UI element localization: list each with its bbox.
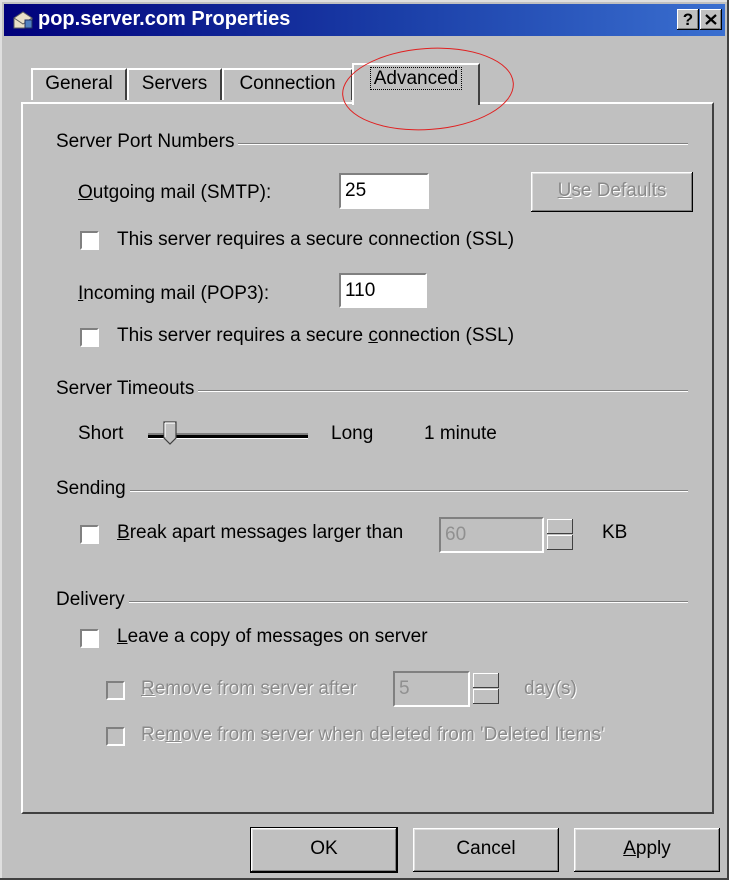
slider-long-label: Long [331, 423, 374, 444]
window-title: pop.server.com Properties [38, 8, 291, 30]
cancel-label: Cancel [456, 838, 516, 859]
spin-up-arrow-icon[interactable] [473, 673, 499, 688]
incoming-port-input[interactable]: 110 [339, 273, 427, 308]
title-bar[interactable]: pop.server.com Properties ? [4, 4, 725, 36]
cancel-button[interactable]: Cancel [413, 828, 559, 872]
close-icon [705, 14, 717, 25]
close-button[interactable] [700, 9, 722, 30]
use-defaults-button[interactable]: Use Defaults [531, 172, 693, 212]
tab-general[interactable]: General [31, 68, 127, 100]
remove-after-label: Remove from server after [141, 678, 357, 699]
ok-label: OK [310, 838, 338, 859]
days-unit: day(s) [524, 678, 577, 699]
break-size-input[interactable]: 60 [439, 517, 544, 553]
size-unit: KB [602, 522, 628, 543]
break-apart-label: Break apart messages larger than [117, 522, 404, 543]
help-button[interactable]: ? [677, 9, 699, 30]
group-divider [56, 490, 688, 492]
remove-days-stepper[interactable] [473, 673, 499, 705]
remove-deleted-label: Remove from server when deleted from 'De… [141, 724, 605, 745]
remove-after-checkbox[interactable] [106, 681, 125, 700]
incoming-label: Incoming mail (POP3): [78, 283, 270, 304]
ok-button[interactable]: OK [250, 827, 398, 873]
timeouts-heading: Server Timeouts [56, 378, 199, 400]
spin-down-arrow-icon[interactable] [473, 689, 499, 704]
outgoing-label: Outgoing mail (SMTP): [78, 182, 272, 203]
apply-button[interactable]: Apply [574, 828, 720, 872]
incoming-ssl-label: This server requires a secure connection… [117, 325, 515, 346]
outgoing-ssl-label: This server requires a secure connection… [117, 229, 515, 250]
slider-thumb[interactable] [162, 421, 177, 445]
tab-connection-label: Connection [239, 73, 336, 94]
tab-servers-label: Servers [141, 73, 208, 94]
slider-short-label: Short [78, 423, 124, 444]
break-size-stepper[interactable] [547, 519, 573, 551]
properties-dialog: pop.server.com Properties ? General Serv… [0, 0, 729, 880]
leave-copy-label: Leave a copy of messages on server [117, 626, 428, 647]
outgoing-port-input[interactable]: 25 [339, 173, 429, 209]
apply-label: Apply [623, 838, 671, 859]
sending-heading: Sending [56, 478, 130, 500]
remove-deleted-checkbox[interactable] [106, 727, 125, 746]
tab-connection[interactable]: Connection [222, 68, 353, 100]
group-divider [56, 601, 688, 603]
timeout-slider[interactable] [148, 421, 310, 447]
outgoing-ssl-checkbox[interactable] [80, 231, 99, 250]
server-ports-heading: Server Port Numbers [56, 131, 239, 153]
help-icon: ? [682, 10, 694, 29]
timeout-value: 1 minute [424, 423, 497, 444]
spin-up-arrow-icon[interactable] [547, 519, 573, 534]
leave-copy-checkbox[interactable] [80, 629, 99, 648]
tab-servers[interactable]: Servers [127, 68, 222, 100]
mail-server-icon [13, 11, 33, 29]
spin-down-arrow-icon[interactable] [547, 535, 573, 550]
tab-general-label: General [45, 73, 113, 94]
remove-days-input[interactable]: 5 [393, 671, 470, 707]
delivery-heading: Delivery [56, 589, 129, 611]
break-apart-checkbox[interactable] [80, 525, 99, 544]
incoming-ssl-checkbox[interactable] [80, 328, 99, 347]
use-defaults-label: Use Defaults [557, 180, 667, 201]
